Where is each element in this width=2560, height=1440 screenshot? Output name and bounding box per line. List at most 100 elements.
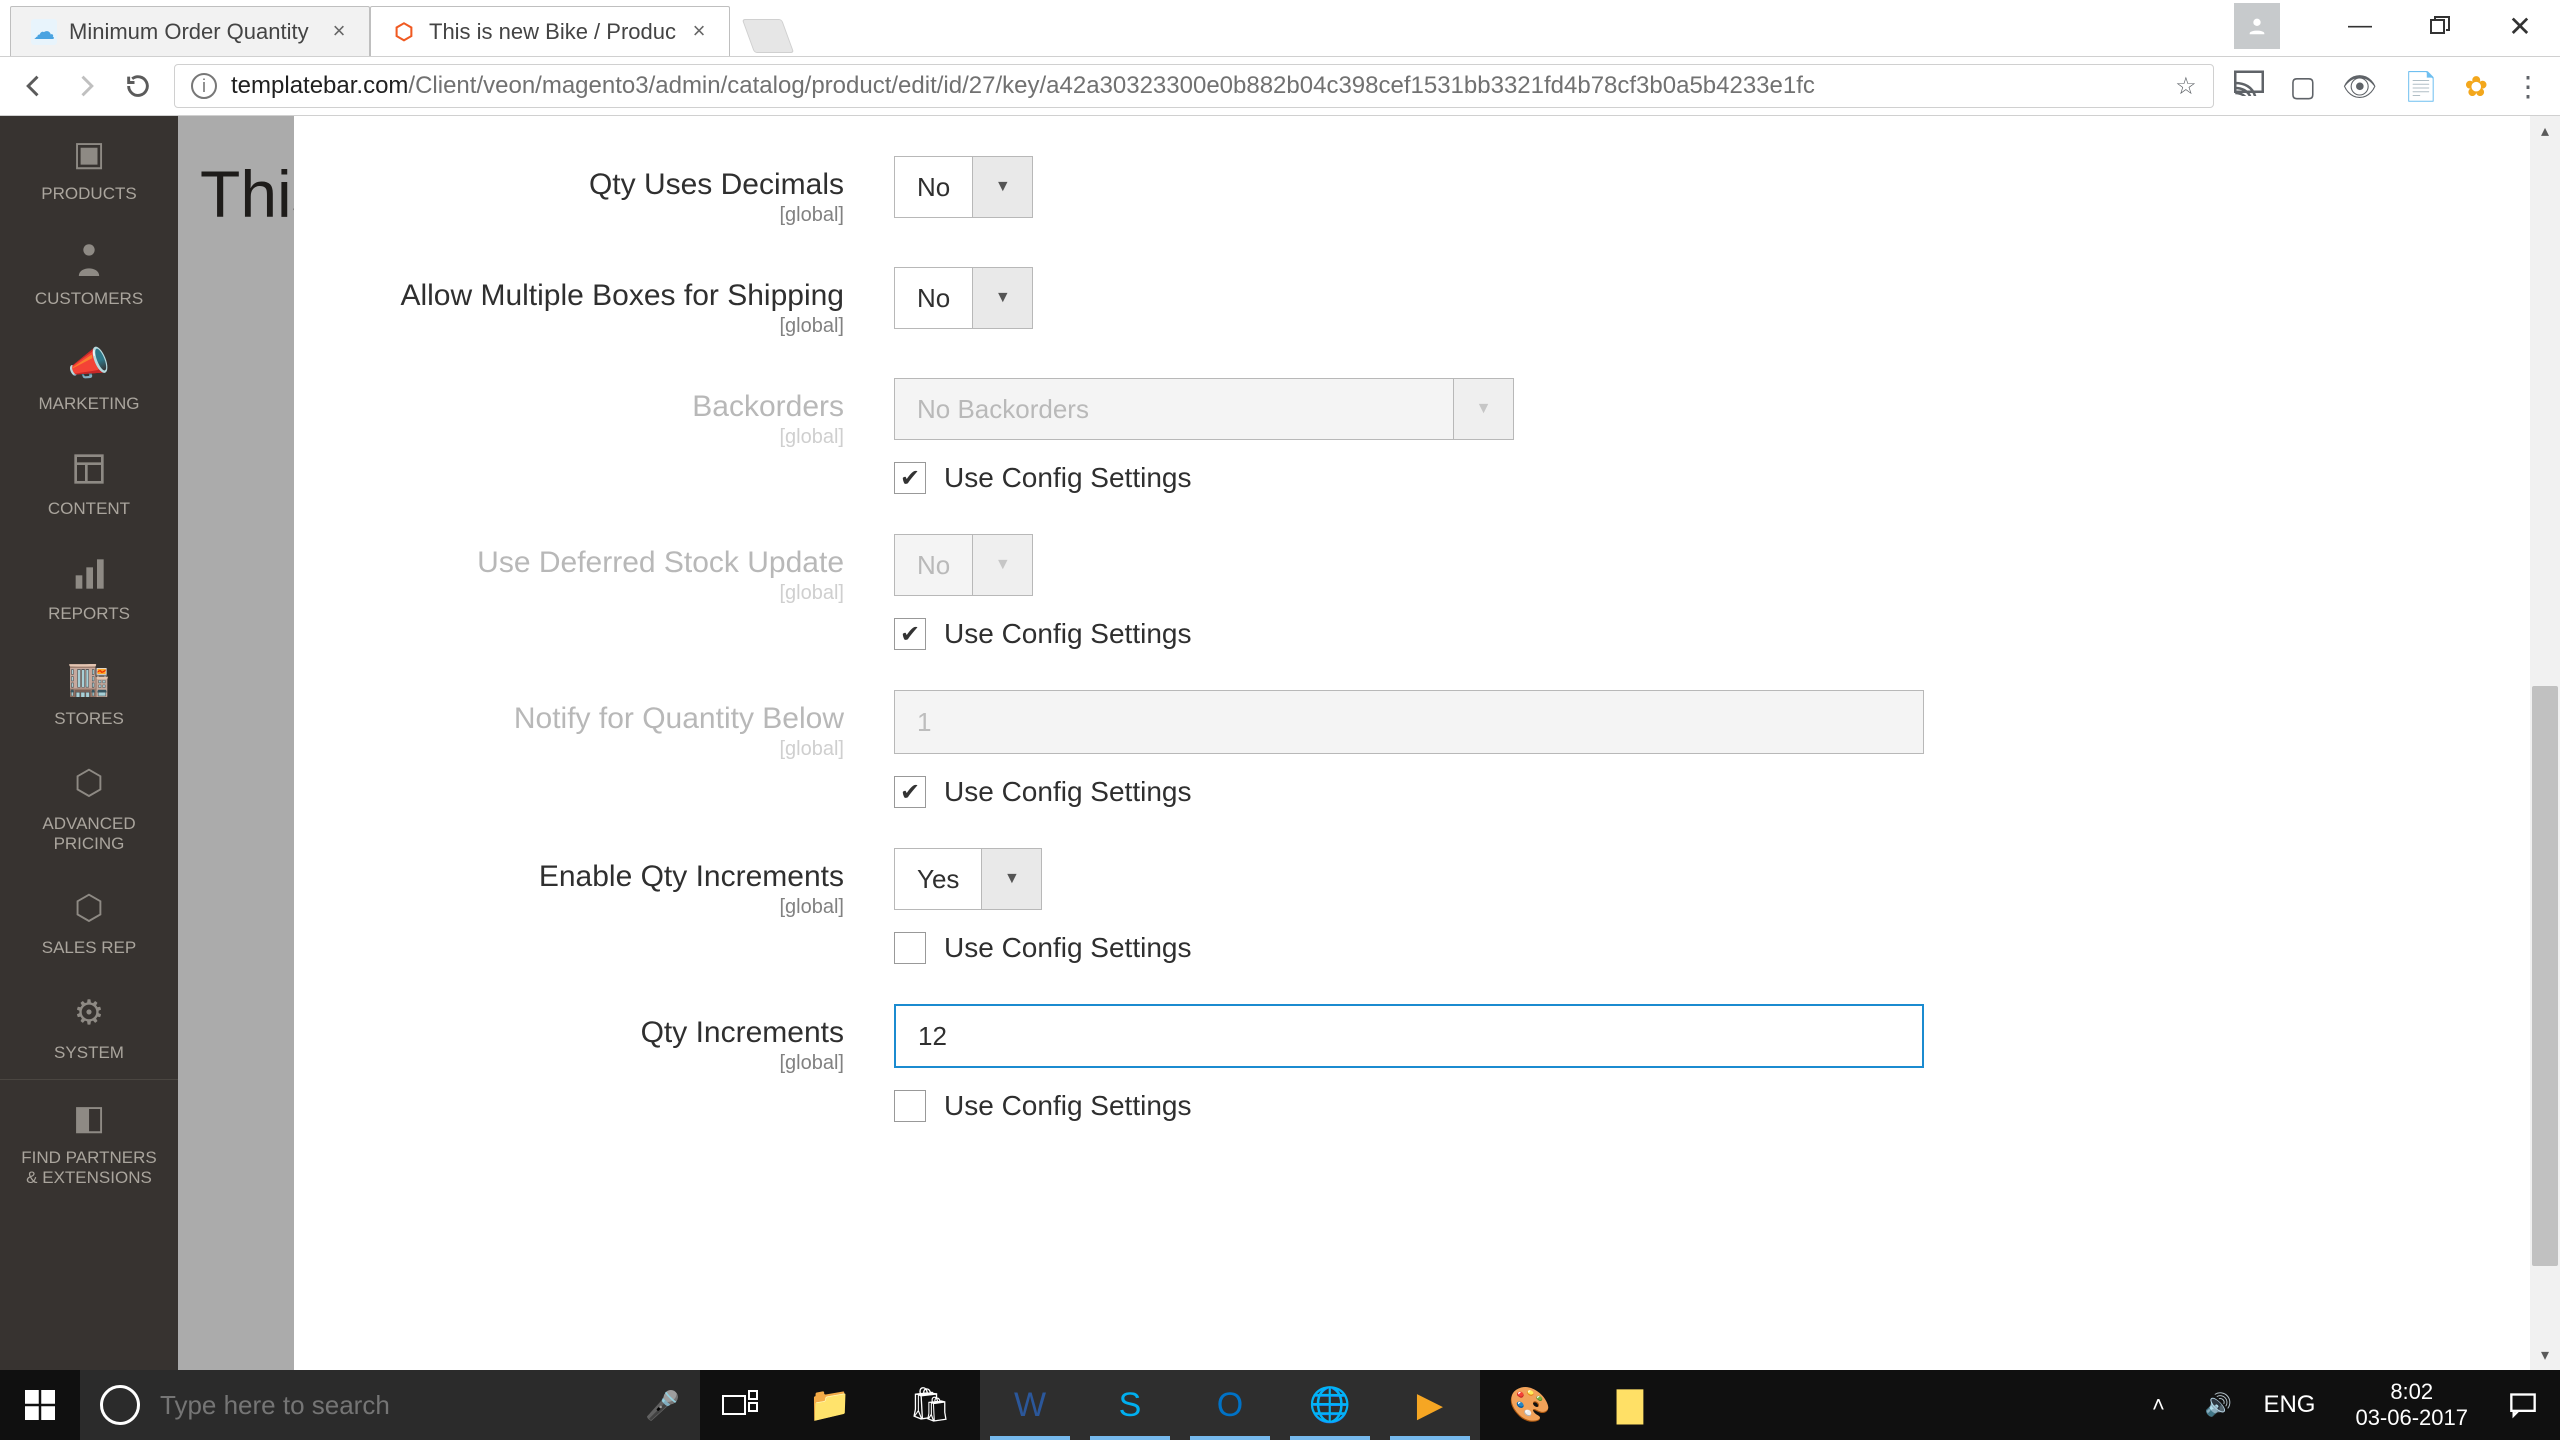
flower-icon[interactable]: ✿ <box>2465 70 2488 103</box>
field-scope: [global] <box>354 204 844 227</box>
field-label: Enable Qty Increments <box>354 860 844 894</box>
pin-chrome[interactable]: 🌐 <box>1280 1370 1380 1440</box>
deferred-stock-use-config-checkbox[interactable] <box>894 618 926 650</box>
sidebar-item-label: SYSTEM <box>54 1043 124 1063</box>
sidebar-item-marketing[interactable]: 📣 MARKETING <box>0 326 178 431</box>
minimize-button[interactable]: — <box>2320 0 2400 52</box>
backorders-use-config-checkbox[interactable] <box>894 462 926 494</box>
new-tab-button[interactable] <box>742 19 794 53</box>
cast-icon[interactable] <box>2234 70 2264 103</box>
sidebar-item-products[interactable]: ▣ PRODUCTS <box>0 116 178 221</box>
cloud-icon: ☁ <box>31 19 57 45</box>
microphone-icon[interactable]: 🎤 <box>645 1389 680 1422</box>
select-value: No <box>895 535 972 595</box>
pin-paint[interactable]: 🎨 <box>1480 1370 1580 1440</box>
user-icon[interactable] <box>2234 3 2280 49</box>
field-scope: [global] <box>354 1052 844 1075</box>
sidebar-item-stores[interactable]: 🏬 STORES <box>0 641 178 746</box>
close-window-button[interactable]: ✕ <box>2480 0 2560 52</box>
start-button[interactable] <box>0 1370 80 1440</box>
field-label: Allow Multiple Boxes for Shipping <box>354 279 844 313</box>
pin-sticky-notes[interactable]: ▇ <box>1580 1370 1680 1440</box>
field-label: Qty Uses Decimals <box>354 168 844 202</box>
person-icon <box>69 239 109 279</box>
pin-app-orange[interactable]: ▶ <box>1380 1370 1480 1440</box>
sidebar-item-reports[interactable]: REPORTS <box>0 536 178 641</box>
pin-store[interactable]: 🛍 <box>880 1370 980 1440</box>
select-value: No <box>895 157 972 217</box>
windows-taskbar: 🎤 📁 🛍 W S O 🌐 ▶ 🎨 ▇ ˄ 🔊 ENG 8:02 03-06-2… <box>0 1370 2560 1440</box>
sidebar-item-advanced-pricing[interactable]: ⬡ ADVANCEDPRICING <box>0 746 178 870</box>
address-bar[interactable]: i templatebar.com/Client/veon/magento3/a… <box>174 64 2214 108</box>
sidebar-item-label: PRODUCTS <box>41 184 136 204</box>
menu-kebab-icon[interactable]: ⋮ <box>2514 70 2542 103</box>
backorders-select: No Backorders ▼ <box>894 378 1514 440</box>
cortana-icon[interactable] <box>100 1385 140 1425</box>
sidebar-item-label: SALES REP <box>42 938 137 958</box>
tab-title: This is new Bike / Produc <box>429 19 677 45</box>
field-scope: [global] <box>354 315 844 338</box>
use-config-label: Use Config Settings <box>944 776 1191 808</box>
tab-active[interactable]: ⬡ This is new Bike / Produc × <box>370 6 730 56</box>
sidebar-item-label: ADVANCEDPRICING <box>42 814 135 853</box>
action-center-icon[interactable] <box>2498 1370 2548 1440</box>
tray-chevron-up-icon[interactable]: ˄ <box>2143 1392 2173 1418</box>
notify-below-use-config-checkbox[interactable] <box>894 776 926 808</box>
use-config-label: Use Config Settings <box>944 462 1191 494</box>
sidebar-item-label: STORES <box>54 709 124 729</box>
pin-word[interactable]: W <box>980 1370 1080 1440</box>
maximize-button[interactable] <box>2400 0 2480 52</box>
sidebar-item-find-partners[interactable]: ◧ FIND PARTNERS& EXTENSIONS <box>0 1080 178 1203</box>
qty-increments-use-config-checkbox[interactable] <box>894 1090 926 1122</box>
scroll-thumb[interactable] <box>2532 686 2558 1266</box>
qty-decimals-select[interactable]: No ▼ <box>894 156 1033 218</box>
close-icon[interactable]: × <box>689 22 709 42</box>
extension-icons: ▢ 👁 📄 ✿ ⋮ <box>2234 70 2542 103</box>
bookmark-icon[interactable]: ☆ <box>2175 72 2197 101</box>
field-qty-decimals: Qty Uses Decimals [global] No ▼ <box>354 156 2410 227</box>
admin-sidebar: ▣ PRODUCTS CUSTOMERS 📣 MARKETING CONTENT… <box>0 116 178 1370</box>
pdf-icon[interactable]: 📄 <box>2404 70 2439 103</box>
chevron-down-icon: ▼ <box>972 535 1032 595</box>
scroll-down-arrow[interactable]: ▾ <box>2530 1340 2560 1370</box>
tab-inactive[interactable]: ☁ Minimum Order Quantity × <box>10 6 370 56</box>
notify-below-input: 1 <box>894 690 1924 754</box>
field-qty-increments: Qty Increments [global] 12 Use Config Se… <box>354 1004 2410 1122</box>
taskbar-clock[interactable]: 8:02 03-06-2017 <box>2355 1379 2468 1432</box>
sidebar-item-sales-rep[interactable]: ⬡ SALES REP <box>0 870 178 975</box>
taskbar-pins: 📁 🛍 W S O 🌐 ▶ 🎨 ▇ <box>780 1370 1680 1440</box>
panel-scrollbar[interactable]: ▴ ▾ <box>2530 116 2560 1370</box>
chevron-down-icon: ▼ <box>972 268 1032 328</box>
close-icon[interactable]: × <box>329 22 349 42</box>
browser-titlebar: ☁ Minimum Order Quantity × ⬡ This is new… <box>0 0 2560 56</box>
pin-file-explorer[interactable]: 📁 <box>780 1370 880 1440</box>
extension-icon[interactable]: ▢ <box>2290 70 2316 103</box>
qty-increments-input[interactable]: 12 <box>894 1004 1924 1068</box>
taskbar-search-input[interactable] <box>160 1390 625 1421</box>
megaphone-icon: 📣 <box>69 344 109 384</box>
field-notify-below: Notify for Quantity Below [global] 1 Use… <box>354 690 2410 808</box>
task-view-button[interactable] <box>700 1390 780 1420</box>
window-controls: — ✕ <box>2234 0 2560 52</box>
taskbar-search[interactable]: 🎤 <box>80 1370 700 1440</box>
bars-icon <box>69 554 109 594</box>
site-info-icon[interactable]: i <box>191 73 217 99</box>
sidebar-item-label: REPORTS <box>48 604 130 624</box>
volume-icon[interactable]: 🔊 <box>2203 1392 2233 1418</box>
sidebar-item-system[interactable]: ⚙ SYSTEM <box>0 975 178 1080</box>
sidebar-item-content[interactable]: CONTENT <box>0 431 178 536</box>
forward-button[interactable] <box>70 70 102 102</box>
pin-outlook[interactable]: O <box>1180 1370 1280 1440</box>
scroll-up-arrow[interactable]: ▴ <box>2530 116 2560 146</box>
sidebar-item-customers[interactable]: CUSTOMERS <box>0 221 178 326</box>
pin-skype[interactable]: S <box>1080 1370 1180 1440</box>
input-language[interactable]: ENG <box>2263 1391 2315 1419</box>
enable-qty-increments-select[interactable]: Yes ▼ <box>894 848 1042 910</box>
eye-icon[interactable]: 👁 <box>2342 70 2378 103</box>
back-button[interactable] <box>18 70 50 102</box>
system-tray: ˄ 🔊 ENG 8:02 03-06-2017 <box>2143 1370 2560 1440</box>
multi-boxes-select[interactable]: No ▼ <box>894 267 1033 329</box>
enable-qty-inc-use-config-checkbox[interactable] <box>894 932 926 964</box>
reload-button[interactable] <box>122 70 154 102</box>
sidebar-item-label: CONTENT <box>48 499 130 519</box>
